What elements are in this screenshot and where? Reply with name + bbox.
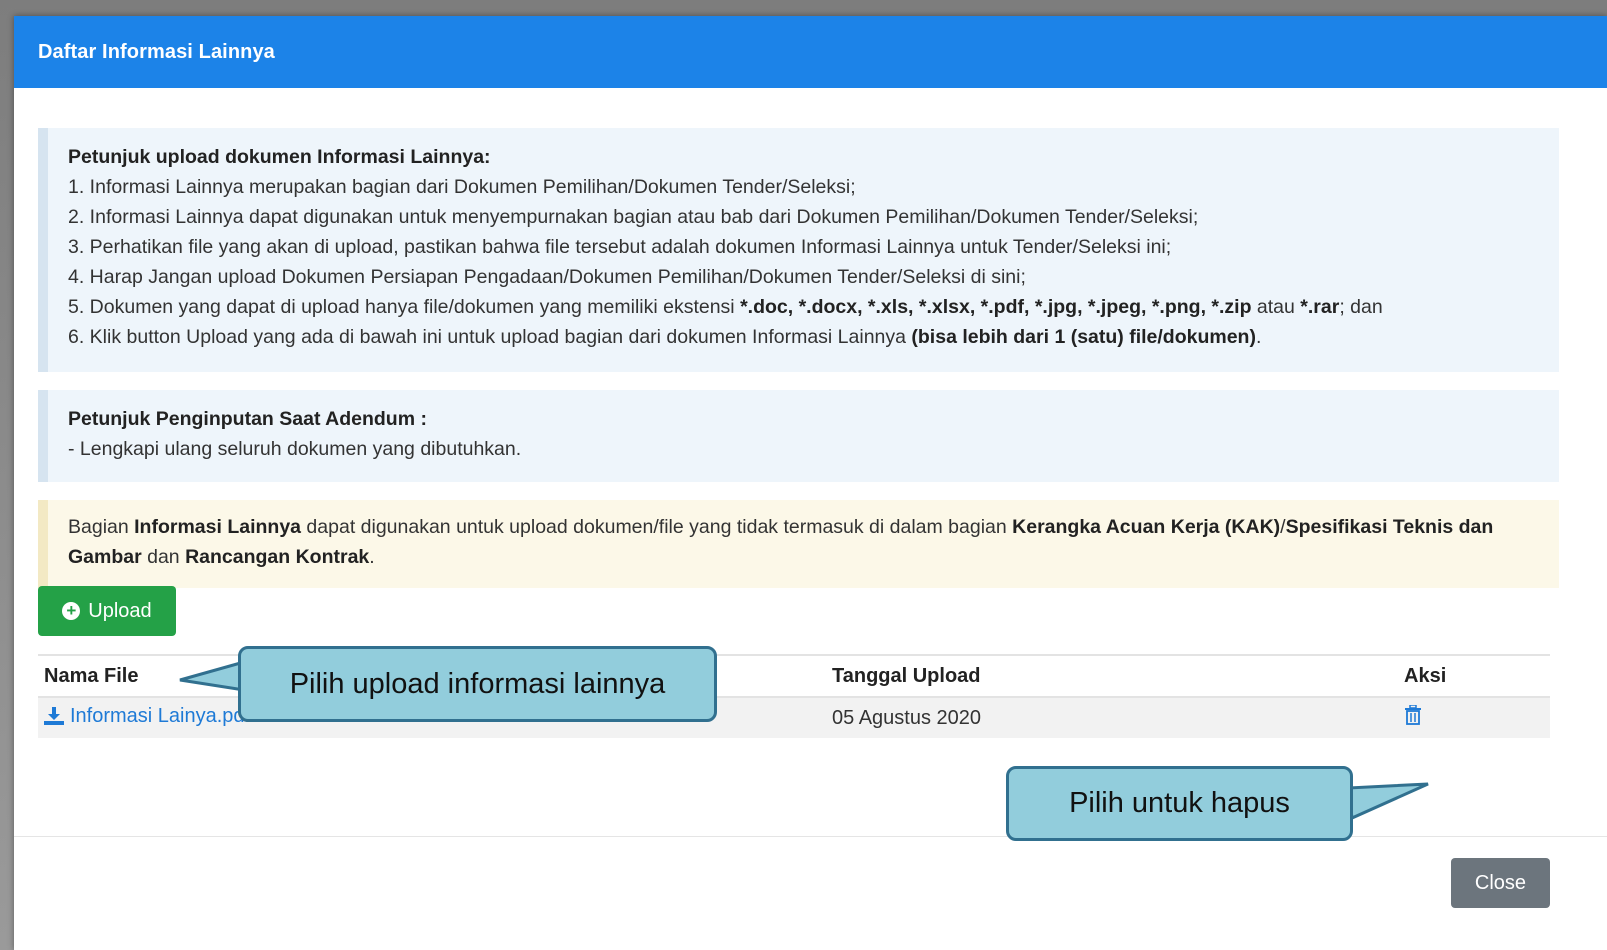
info-warning: Bagian Informasi Lainnya dapat digunakan… bbox=[38, 500, 1559, 588]
instructions-heading: Petunjuk upload dokumen Informasi Lainny… bbox=[68, 146, 491, 168]
trash-icon[interactable] bbox=[1404, 704, 1422, 725]
upload-date: 05 Agustus 2020 bbox=[832, 706, 982, 729]
warning-text-5: . bbox=[369, 546, 375, 568]
upload-instructions: Petunjuk upload dokumen Informasi Lainny… bbox=[38, 128, 1559, 372]
modal-body: Petunjuk upload dokumen Informasi Lainny… bbox=[14, 88, 1607, 588]
instruction-item-6-bold: (bisa lebih dari 1 (satu) file/dokumen) bbox=[911, 326, 1256, 348]
instruction-item-1: 1. Informasi Lainnya merupakan bagian da… bbox=[68, 176, 856, 198]
instruction-item-2: 2. Informasi Lainnya dapat digunakan unt… bbox=[68, 206, 1199, 228]
instruction-item-3: 3. Perhatikan file yang akan di upload, … bbox=[68, 236, 1172, 258]
warning-text-1: Bagian bbox=[68, 516, 135, 538]
instruction-item-6-end: . bbox=[1255, 326, 1262, 348]
addendum-heading: Petunjuk Penginputan Saat Adendum : bbox=[68, 408, 427, 430]
close-button[interactable]: Close bbox=[1451, 858, 1550, 908]
warning-text-4: dan bbox=[141, 546, 186, 568]
plus-circle-icon: + bbox=[62, 602, 81, 620]
instruction-item-5-or: atau bbox=[1251, 296, 1301, 318]
column-header-date: Tanggal Upload bbox=[832, 664, 981, 687]
info-modal: Daftar Informasi Lainnya Petunjuk upload… bbox=[14, 16, 1607, 950]
upload-callout: Pilih upload informasi lainnya bbox=[238, 646, 717, 722]
instruction-item-4: 4. Harap Jangan upload Dokumen Persiapan… bbox=[68, 266, 1026, 288]
action-cell bbox=[1404, 704, 1550, 731]
delete-callout: Pilih untuk hapus bbox=[1006, 766, 1353, 841]
modal-title: Daftar Informasi Lainnya bbox=[38, 40, 275, 63]
upload-button-label: Upload bbox=[88, 599, 152, 622]
addendum-text: - Lengkapi ulang seluruh dokumen yang di… bbox=[68, 438, 522, 460]
allowed-extensions: *.doc, *.docx, *.xls, *.xlsx, *.pdf, *.j… bbox=[740, 296, 1252, 318]
delete-callout-text: Pilih untuk hapus bbox=[1069, 787, 1290, 819]
instruction-item-6-text: 6. Klik button Upload yang ada di bawah … bbox=[68, 326, 912, 348]
instruction-item-5: 5. Dokumen yang dapat di upload hanya fi… bbox=[68, 292, 1539, 322]
warning-bold-2: Kerangka Acuan Kerja (KAK) bbox=[1012, 516, 1281, 538]
download-icon bbox=[44, 707, 64, 726]
addendum-instructions: Petunjuk Penginputan Saat Adendum : - Le… bbox=[38, 390, 1559, 482]
warning-bold-4: Rancangan Kontrak bbox=[185, 546, 370, 568]
warning-bold-1: Informasi Lainnya bbox=[134, 516, 302, 538]
upload-button[interactable]: + Upload bbox=[38, 586, 176, 636]
instruction-item-6: 6. Klik button Upload yang ada di bawah … bbox=[68, 322, 1539, 352]
upload-callout-text: Pilih upload informasi lainnya bbox=[289, 667, 666, 700]
instruction-item-5-text: 5. Dokumen yang dapat di upload hanya fi… bbox=[68, 296, 741, 318]
warning-text-2: dapat digunakan untuk upload dokumen/fil… bbox=[301, 516, 1013, 538]
instruction-item-5-end: ; dan bbox=[1339, 296, 1383, 318]
column-header-action: Aksi bbox=[1404, 664, 1447, 687]
rar-extension: *.rar bbox=[1300, 296, 1340, 318]
modal-footer-divider bbox=[14, 836, 1607, 837]
modal-header: Daftar Informasi Lainnya bbox=[14, 16, 1607, 88]
